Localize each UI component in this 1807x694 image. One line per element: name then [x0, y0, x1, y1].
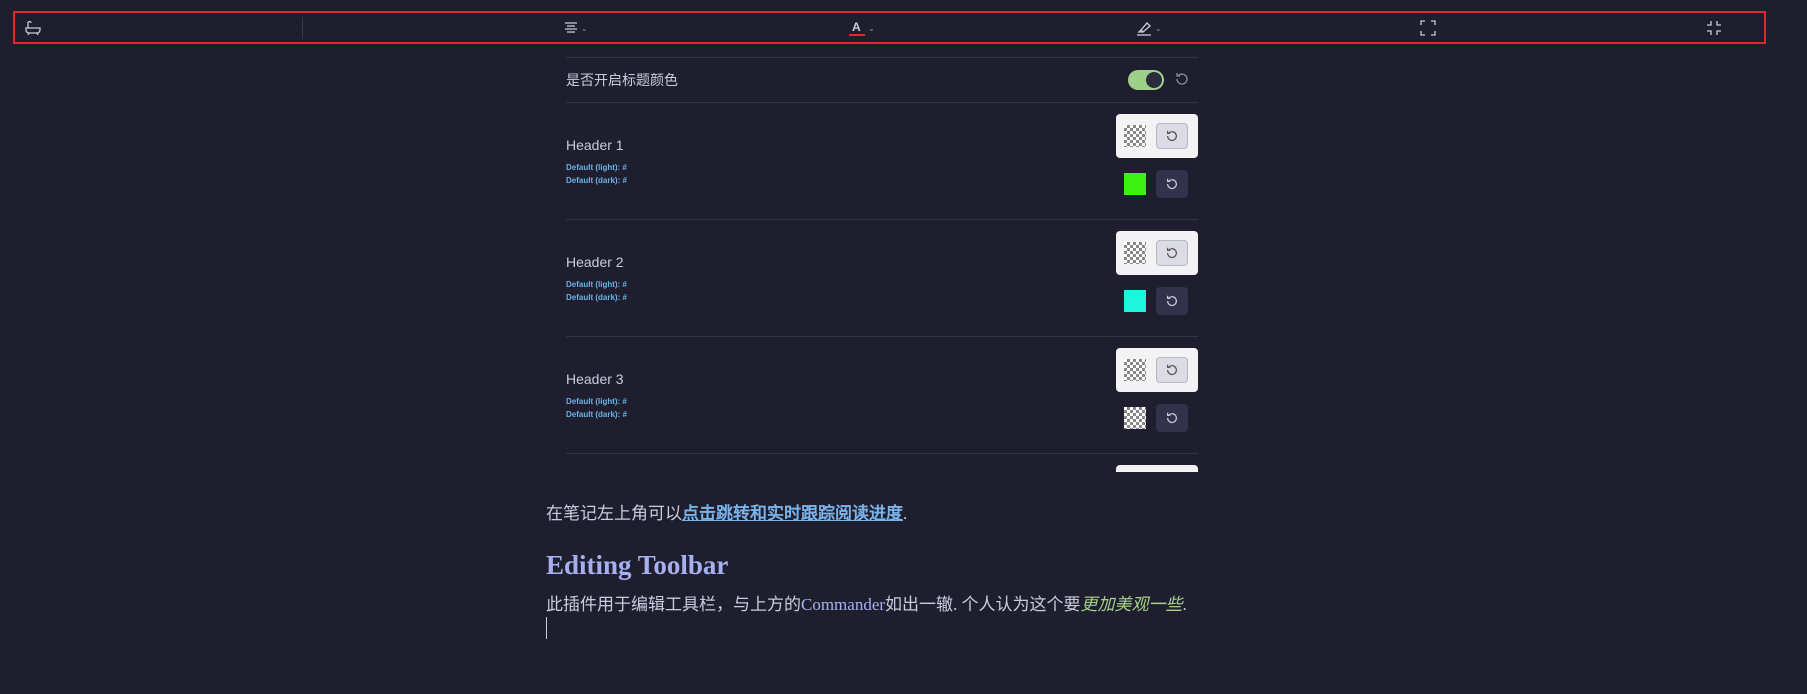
header-2-row: Header 2 Default (light): # Default (dar…: [566, 219, 1198, 337]
light-color-picker[interactable]: [1124, 242, 1146, 264]
reset-icon: [1167, 130, 1177, 142]
reset-dark-button[interactable]: [1156, 287, 1188, 315]
reset-dark-button[interactable]: [1156, 404, 1188, 432]
progress-link[interactable]: 点击跳转和实时跟踪阅读进度: [682, 504, 903, 523]
toolbar-separator: [302, 17, 303, 39]
bathtub-button[interactable]: [25, 16, 41, 40]
light-color-box: [1116, 465, 1198, 472]
reset-light-button[interactable]: [1156, 240, 1188, 266]
font-color-button[interactable]: A ⌄: [848, 16, 875, 40]
emphasis-text: 更加美观一些: [1080, 595, 1183, 614]
light-color-box: [1116, 231, 1198, 275]
light-color-picker[interactable]: [1124, 125, 1146, 147]
commander-link[interactable]: Commander: [801, 595, 885, 614]
title-color-toggle[interactable]: [1128, 70, 1164, 90]
default-dark-text: Default (dark): #: [566, 410, 627, 419]
note-paragraph-2: 此插件用于编辑工具栏，与上方的Commander如出一辙. 个人认为这个要更加美…: [546, 595, 1187, 614]
chevron-down-icon: ⌄: [868, 23, 875, 33]
align-center-icon: [565, 22, 577, 33]
title-color-toggle-row: 是否开启标题颜色: [566, 57, 1198, 103]
highlighter-icon: [1137, 22, 1151, 36]
note-paragraph-1: 在笔记左上角可以点击跳转和实时跟踪阅读进度.: [546, 504, 908, 523]
highlighter-underline: [1132, 42, 1158, 44]
toggle-label: 是否开启标题颜色: [566, 72, 678, 88]
section-heading: Editing Toolbar: [546, 550, 729, 580]
exit-fullscreen-icon: [1707, 21, 1721, 35]
svg-text:A: A: [852, 20, 861, 34]
reset-icon[interactable]: [1174, 71, 1190, 92]
dark-color-picker[interactable]: [1124, 173, 1146, 195]
settings-panel: 是否开启标题颜色 Header 1 Default (light): # Def…: [566, 57, 1198, 472]
fullscreen-button[interactable]: [1420, 16, 1436, 40]
font-color-icon: A: [849, 20, 865, 36]
dark-color-picker[interactable]: [1124, 290, 1146, 312]
reset-light-button[interactable]: [1156, 123, 1188, 149]
reset-icon: [1167, 295, 1177, 307]
reset-icon: [1167, 178, 1177, 190]
header-3-row: Header 3 Default (light): # Default (dar…: [566, 336, 1198, 454]
editing-toolbar: ⌄ A ⌄ ⌄: [13, 11, 1766, 44]
light-color-box: [1116, 114, 1198, 158]
header-4-row: [566, 453, 1198, 472]
header-1-row: Header 1 Default (light): # Default (dar…: [566, 102, 1198, 220]
align-button[interactable]: ⌄: [563, 16, 588, 40]
default-dark-text: Default (dark): #: [566, 176, 627, 185]
reset-icon: [1167, 364, 1177, 376]
reset-light-button[interactable]: [1156, 357, 1188, 383]
reset-dark-button[interactable]: [1156, 170, 1188, 198]
light-color-box: [1116, 348, 1198, 392]
reset-icon: [1167, 247, 1177, 259]
default-light-text: Default (light): #: [566, 280, 627, 289]
default-dark-text: Default (dark): #: [566, 293, 627, 302]
text-cursor: [546, 617, 547, 639]
default-light-text: Default (light): #: [566, 163, 627, 172]
chevron-down-icon: ⌄: [1155, 23, 1162, 33]
bathtub-icon: [25, 20, 41, 36]
exit-fullscreen-button[interactable]: [1706, 16, 1722, 40]
light-color-picker[interactable]: [1124, 359, 1146, 381]
default-light-text: Default (light): #: [566, 397, 627, 406]
header-label: Header 3: [566, 371, 624, 387]
dark-color-picker[interactable]: [1124, 407, 1146, 429]
header-label: Header 1: [566, 137, 624, 153]
header-label: Header 2: [566, 254, 624, 270]
reset-icon: [1167, 412, 1177, 424]
highlighter-button[interactable]: ⌄: [1135, 16, 1162, 40]
fullscreen-icon: [1420, 20, 1436, 36]
chevron-down-icon: ⌄: [581, 23, 588, 33]
